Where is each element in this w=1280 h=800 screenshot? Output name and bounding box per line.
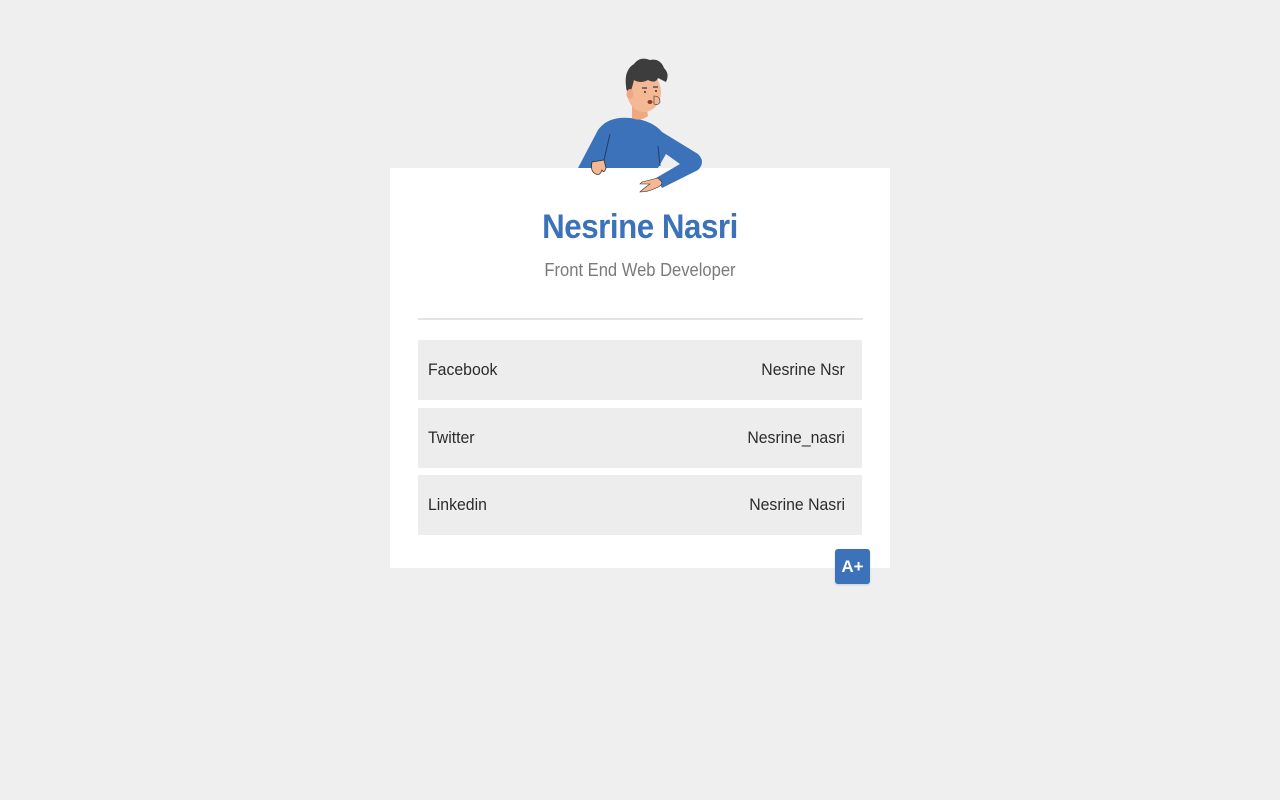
increase-font-size-button[interactable]: A+ [835,549,870,584]
social-handle: Nesrine_nasri [747,427,845,447]
person-pointing-illustration [570,50,710,198]
profile-card: Nesrine Nasri Front End Web Developer Fa… [390,168,890,568]
divider [418,318,863,320]
social-link-facebook[interactable]: Facebook Nesrine Nsr [418,340,862,400]
social-platform-label: Twitter [428,427,475,447]
social-link-twitter[interactable]: Twitter Nesrine_nasri [418,407,862,468]
social-links-list: Facebook Nesrine Nsr Twitter Nesrine_nas… [418,340,862,543]
social-handle: Nesrine Nsr [761,360,845,379]
profile-name: Nesrine Nasri [542,208,738,246]
profile-title: Front End Web Developer [544,260,736,280]
page: Nesrine Nasri Front End Web Developer Fa… [0,0,1280,800]
social-platform-label: Facebook [428,360,498,379]
social-link-linkedin[interactable]: Linkedin Nesrine Nasri [418,475,862,535]
social-handle: Nesrine Nasri [749,495,845,514]
social-platform-label: Linkedin [428,495,487,514]
